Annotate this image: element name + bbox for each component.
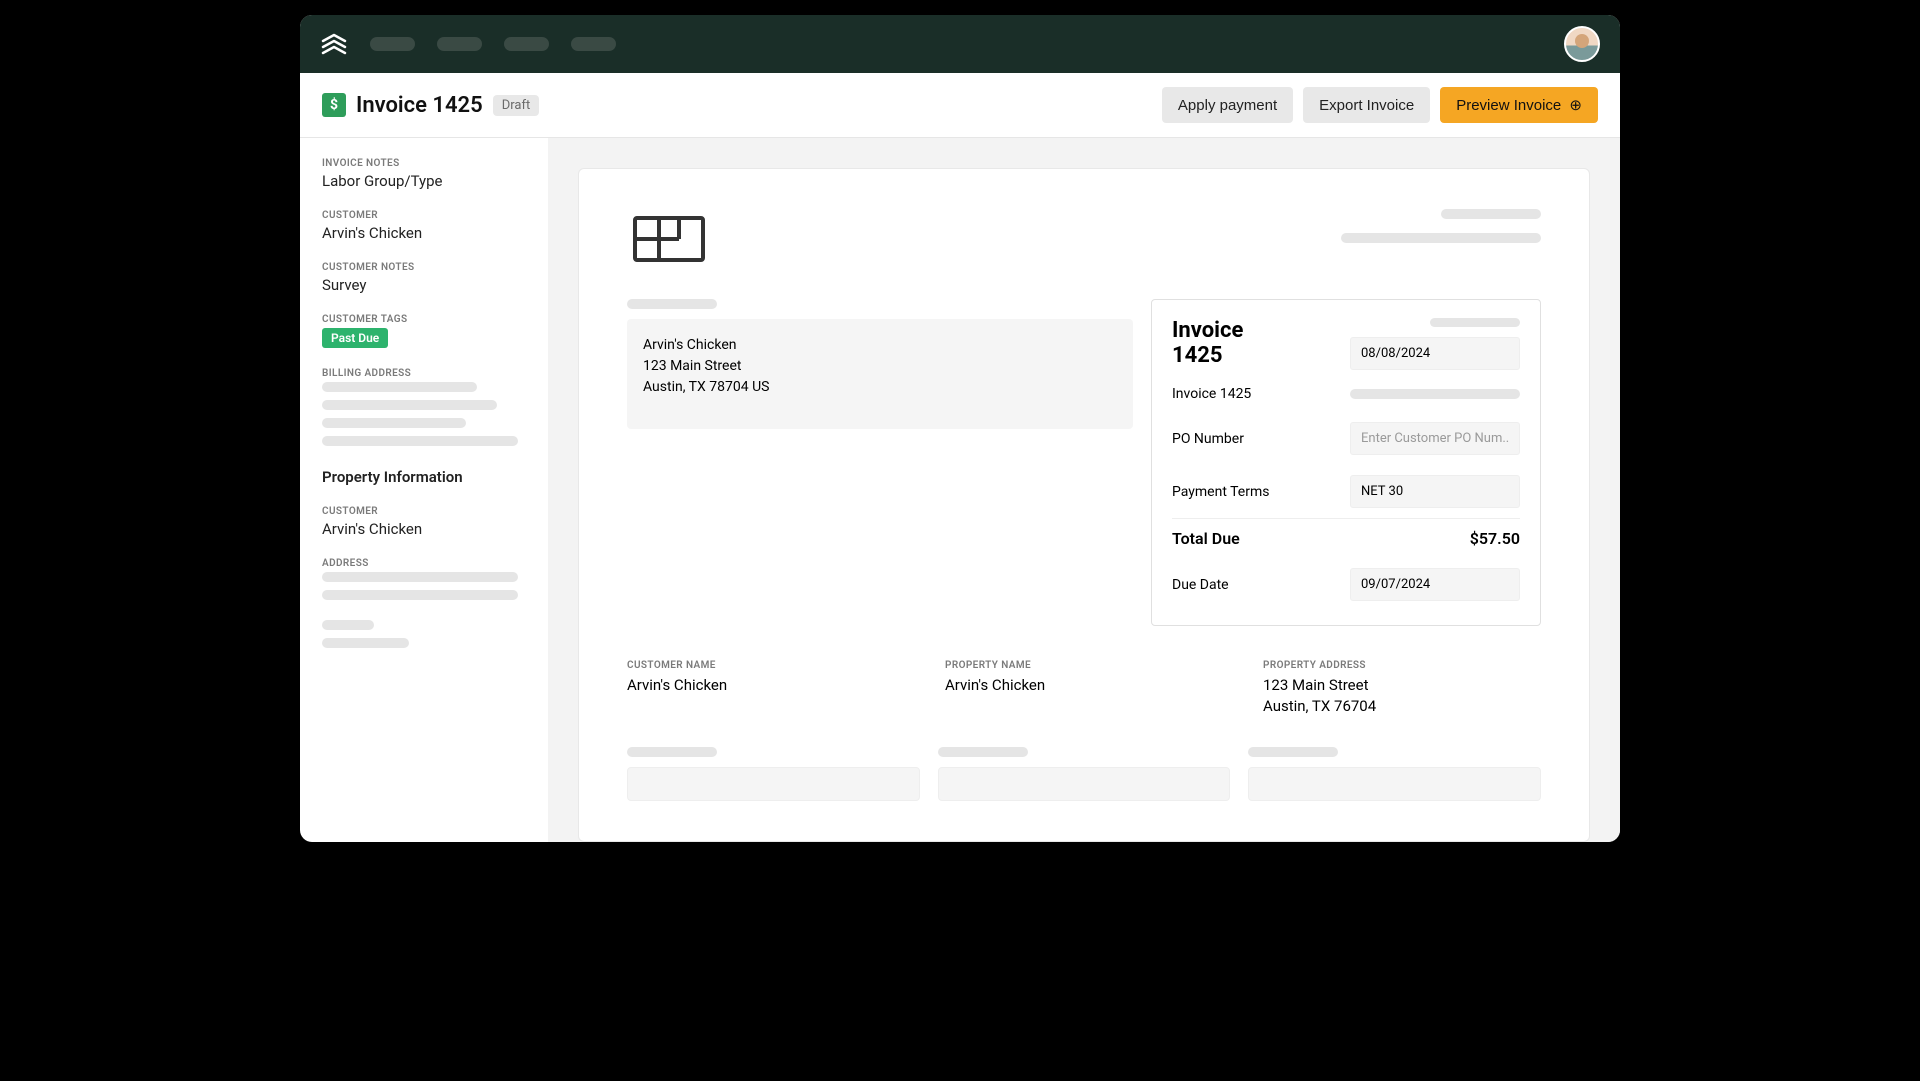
po-number-label: PO Number: [1172, 431, 1244, 447]
content-area: Arvin's Chicken 123 Main Street Austin, …: [548, 138, 1620, 842]
po-number-row: PO Number: [1172, 412, 1520, 465]
invoice-summary-card: Invoice 1425 Invoice 1425 PO Number: [1151, 299, 1541, 626]
invoice-number-row: Invoice 1425: [1172, 376, 1520, 412]
bill-to-name: Arvin's Chicken: [643, 335, 1117, 356]
placeholder-line: [627, 299, 717, 309]
placeholder-line: [1430, 318, 1520, 327]
top-nav-left: [320, 30, 616, 58]
property-address-line2: Austin, TX 76704: [1263, 696, 1541, 717]
nav-item-placeholder: [571, 37, 616, 51]
total-due-label: Total Due: [1172, 529, 1240, 548]
customer-name-col: CUSTOMER NAME Arvin's Chicken: [627, 660, 905, 717]
placeholder-line: [1441, 209, 1541, 219]
placeholder-line: [322, 382, 477, 392]
invoice-date-input[interactable]: [1350, 337, 1520, 370]
line-item-placeholder: [938, 747, 1231, 801]
nav-item-placeholder: [437, 37, 482, 51]
app-frame: $ Invoice 1425 Draft Apply payment Expor…: [300, 15, 1620, 842]
total-due-value: $57.50: [1470, 529, 1520, 548]
header-left: $ Invoice 1425 Draft: [322, 93, 539, 118]
placeholder-line: [322, 400, 497, 410]
line-item-placeholder: [1248, 747, 1541, 801]
bill-to-city: Austin, TX 78704 US: [643, 377, 1117, 398]
invoice-notes-value: Labor Group/Type: [322, 172, 528, 190]
placeholder-line: [322, 436, 518, 446]
bill-to-block: Arvin's Chicken 123 Main Street Austin, …: [627, 299, 1133, 429]
apply-payment-button[interactable]: Apply payment: [1162, 87, 1293, 123]
nav-item-placeholder: [504, 37, 549, 51]
nav-item-placeholder: [370, 37, 415, 51]
sidebar: INVOICE NOTES Labor Group/Type CUSTOMER …: [300, 138, 548, 842]
invoice-detail-columns: CUSTOMER NAME Arvin's Chicken PROPERTY N…: [627, 660, 1541, 717]
header-actions: Apply payment Export Invoice Preview Inv…: [1162, 87, 1598, 123]
due-date-label: Due Date: [1172, 577, 1229, 593]
bill-to-address: Arvin's Chicken 123 Main Street Austin, …: [627, 319, 1133, 429]
invoice-notes-label: INVOICE NOTES: [322, 158, 528, 169]
preview-invoice-button[interactable]: Preview Invoice ⊕: [1440, 87, 1598, 123]
property-name-label: PROPERTY NAME: [945, 660, 1223, 671]
property-address-label: PROPERTY ADDRESS: [1263, 660, 1541, 671]
status-badge: Draft: [493, 95, 540, 116]
top-nav: [300, 15, 1620, 73]
user-avatar[interactable]: [1564, 26, 1600, 62]
property-address-col: PROPERTY ADDRESS 123 Main Street Austin,…: [1263, 660, 1541, 717]
export-invoice-button[interactable]: Export Invoice: [1303, 87, 1430, 123]
page-title: Invoice 1425: [356, 93, 483, 118]
payment-terms-row: Payment Terms: [1172, 465, 1520, 518]
prop-customer-label: CUSTOMER: [322, 506, 528, 517]
prop-customer-value: Arvin's Chicken: [322, 520, 528, 538]
property-name-col: PROPERTY NAME Arvin's Chicken: [945, 660, 1223, 717]
invoice-icon: $: [322, 93, 346, 117]
invoice-number-label: Invoice 1425: [1172, 386, 1251, 402]
placeholder-line: [322, 638, 409, 648]
due-date-row: Due Date: [1172, 558, 1520, 611]
plus-circle-icon: ⊕: [1569, 96, 1582, 114]
placeholder-line: [322, 620, 374, 630]
property-address-line1: 123 Main Street: [1263, 675, 1541, 696]
app-logo-icon[interactable]: [320, 30, 348, 58]
placeholder-line: [1341, 233, 1541, 243]
preview-invoice-label: Preview Invoice: [1456, 97, 1561, 114]
payment-terms-label: Payment Terms: [1172, 484, 1269, 500]
customer-tag: Past Due: [322, 328, 388, 348]
customer-name-value: Arvin's Chicken: [627, 675, 905, 696]
property-name-value: Arvin's Chicken: [945, 675, 1223, 696]
line-items-placeholder-row: [627, 747, 1541, 801]
po-number-input[interactable]: [1350, 422, 1520, 455]
customer-notes-label: CUSTOMER NOTES: [322, 262, 528, 273]
placeholder-line: [322, 418, 466, 428]
customer-name-label: CUSTOMER NAME: [627, 660, 905, 671]
address-label: ADDRESS: [322, 558, 528, 569]
invoice-mid-row: Arvin's Chicken 123 Main Street Austin, …: [627, 299, 1541, 626]
line-item-placeholder: [627, 747, 920, 801]
placeholder-line: [322, 572, 518, 582]
placeholder-line: [1350, 389, 1520, 399]
customer-label: CUSTOMER: [322, 210, 528, 221]
invoice-card-title: Invoice 1425: [1172, 318, 1281, 368]
invoice-header-row: [627, 209, 1541, 269]
billing-address-label: BILLING ADDRESS: [322, 368, 528, 379]
property-info-heading: Property Information: [322, 468, 528, 486]
payment-terms-input[interactable]: [1350, 475, 1520, 508]
customer-tags-label: CUSTOMER TAGS: [322, 314, 528, 325]
header-bar: $ Invoice 1425 Draft Apply payment Expor…: [300, 73, 1620, 138]
placeholder-line: [322, 590, 518, 600]
total-due-row: Total Due $57.50: [1172, 518, 1520, 558]
bill-to-street: 123 Main Street: [643, 356, 1117, 377]
customer-notes-value: Survey: [322, 276, 528, 294]
invoice-document: Arvin's Chicken 123 Main Street Austin, …: [578, 168, 1590, 842]
customer-value: Arvin's Chicken: [322, 224, 528, 242]
due-date-input[interactable]: [1350, 568, 1520, 601]
from-address-placeholder: [1341, 209, 1541, 257]
main-layout: INVOICE NOTES Labor Group/Type CUSTOMER …: [300, 138, 1620, 842]
company-logo: [627, 209, 711, 269]
